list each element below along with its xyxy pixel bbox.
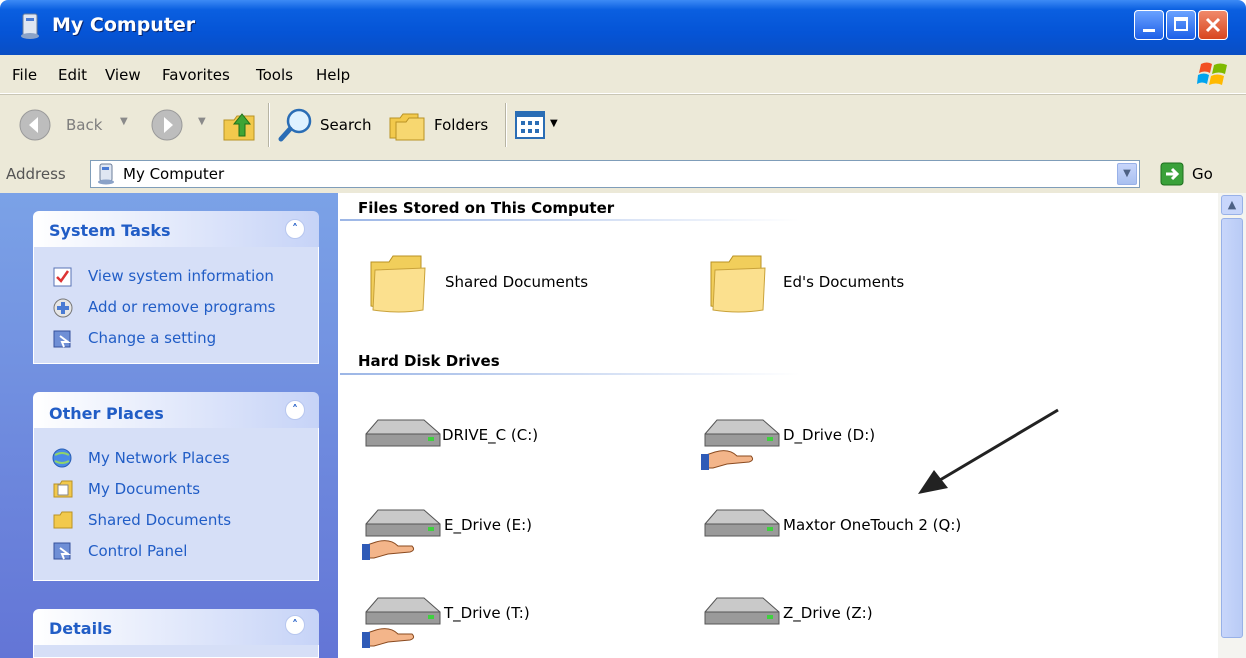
details-header[interactable]: Details ˄: [33, 609, 319, 645]
group-divider: [340, 219, 800, 221]
collapse-icon[interactable]: ˄: [285, 615, 305, 635]
go-label: Go: [1192, 165, 1213, 183]
menu-tools[interactable]: Tools: [256, 66, 293, 84]
drive-d-label: D_Drive (D:): [783, 426, 876, 444]
annotation-arrow: [918, 408, 1059, 494]
hard-drive-icon: [704, 597, 780, 625]
drive-c[interactable]: DRIVE_C (C:): [362, 412, 662, 462]
system-tasks-header[interactable]: System Tasks ˄: [33, 211, 319, 247]
drive-e-label: E_Drive (E:): [444, 516, 532, 534]
files-group-title: Files Stored on This Computer: [358, 199, 615, 217]
folders-button[interactable]: Folders: [388, 106, 496, 144]
collapse-icon[interactable]: ˄: [285, 400, 305, 420]
add-remove-programs-link[interactable]: Add or remove programs: [88, 298, 276, 316]
add-remove-programs-icon: [53, 298, 73, 318]
folder-icon: [370, 255, 426, 313]
my-computer-icon: [21, 13, 39, 39]
hard-drive-icon: [365, 419, 441, 447]
back-dropdown-arrow: ▼: [120, 116, 128, 127]
menu-file[interactable]: File: [12, 66, 37, 84]
group-divider: [340, 373, 800, 375]
other-places-header[interactable]: Other Places ˄: [33, 392, 319, 428]
shared-hard-drive-icon: [701, 419, 780, 470]
view-system-information-link[interactable]: View system information: [88, 267, 274, 285]
views-button[interactable]: ▼: [514, 110, 568, 142]
my-network-places-link[interactable]: My Network Places: [88, 449, 230, 467]
details-body: [33, 645, 319, 658]
scroll-thumb[interactable]: [1221, 218, 1243, 638]
change-setting-link[interactable]: Change a setting: [88, 329, 216, 347]
drive-e[interactable]: E_Drive (E:): [362, 502, 662, 564]
search-icon: [278, 108, 312, 142]
address-value: My Computer: [123, 165, 225, 183]
eds-documents-label: Ed's Documents: [783, 273, 905, 291]
drive-t[interactable]: T_Drive (T:): [362, 590, 662, 652]
address-input[interactable]: My Computer ▼: [90, 160, 1140, 188]
eds-documents-folder[interactable]: Ed's Documents: [705, 250, 985, 316]
address-dropdown-button[interactable]: ▼: [1117, 163, 1137, 185]
network-places-icon: [52, 448, 72, 468]
search-label: Search: [320, 116, 372, 134]
views-icon: [515, 111, 545, 139]
toolbar-separator: [268, 103, 270, 147]
back-label: Back: [66, 116, 103, 134]
toolbar-separator: [505, 103, 507, 147]
drive-q-label: Maxtor OneTouch 2 (Q:): [783, 516, 962, 534]
search-button[interactable]: Search: [278, 106, 378, 144]
go-button[interactable]: Go: [1160, 160, 1236, 188]
maximize-button[interactable]: [1166, 10, 1196, 40]
other-places-title: Other Places: [49, 404, 164, 423]
folders-label: Folders: [434, 116, 489, 134]
up-folder-icon[interactable]: [220, 106, 260, 144]
address-label: Address: [6, 165, 66, 183]
shared-documents-folder-icon: [53, 511, 73, 529]
drive-z[interactable]: Z_Drive (Z:): [701, 590, 1001, 640]
my-documents-link[interactable]: My Documents: [88, 480, 200, 498]
folders-icon: [389, 113, 425, 141]
views-dropdown-arrow: ▼: [550, 118, 558, 129]
shared-documents-link[interactable]: Shared Documents: [88, 511, 231, 529]
minimize-button[interactable]: [1134, 10, 1164, 40]
drive-z-label: Z_Drive (Z:): [783, 604, 873, 622]
shared-documents-label: Shared Documents: [445, 273, 589, 291]
scroll-up-button[interactable]: ▲: [1221, 195, 1243, 215]
drives-group-title: Hard Disk Drives: [358, 352, 500, 370]
menu-view[interactable]: View: [105, 66, 141, 84]
menu-help[interactable]: Help: [316, 66, 350, 84]
collapse-icon[interactable]: ˄: [285, 219, 305, 239]
window-title: My Computer: [52, 14, 196, 36]
my-documents-icon: [53, 480, 73, 498]
shared-hard-drive-icon: [362, 509, 441, 560]
back-arrow-icon: [19, 109, 51, 141]
my-computer-icon: [98, 163, 114, 185]
control-panel-link[interactable]: Control Panel: [88, 542, 187, 560]
drive-c-label: DRIVE_C (C:): [442, 426, 539, 444]
close-icon: [1205, 17, 1221, 33]
windows-logo-icon: [1197, 62, 1227, 85]
forward-dropdown-arrow: ▼: [198, 116, 206, 127]
menu-edit[interactable]: Edit: [58, 66, 87, 84]
forward-button[interactable]: ▼: [150, 108, 210, 142]
control-panel-icon: [53, 330, 71, 348]
system-info-icon: [53, 267, 72, 287]
hard-drive-icon: [704, 509, 780, 537]
control-panel-icon: [53, 542, 71, 560]
details-title: Details: [49, 619, 113, 638]
back-button[interactable]: Back ▼: [18, 108, 133, 142]
close-button[interactable]: [1198, 10, 1228, 40]
drive-q[interactable]: Maxtor OneTouch 2 (Q:): [701, 502, 1021, 552]
drive-t-label: T_Drive (T:): [444, 604, 530, 622]
shared-hard-drive-icon: [362, 597, 441, 648]
go-arrow-icon: [1160, 162, 1184, 186]
system-tasks-title: System Tasks: [49, 221, 171, 240]
forward-arrow-icon: [151, 109, 183, 141]
menu-favorites[interactable]: Favorites: [162, 66, 230, 84]
folder-icon: [710, 255, 766, 313]
shared-documents-folder[interactable]: Shared Documents: [365, 250, 645, 316]
